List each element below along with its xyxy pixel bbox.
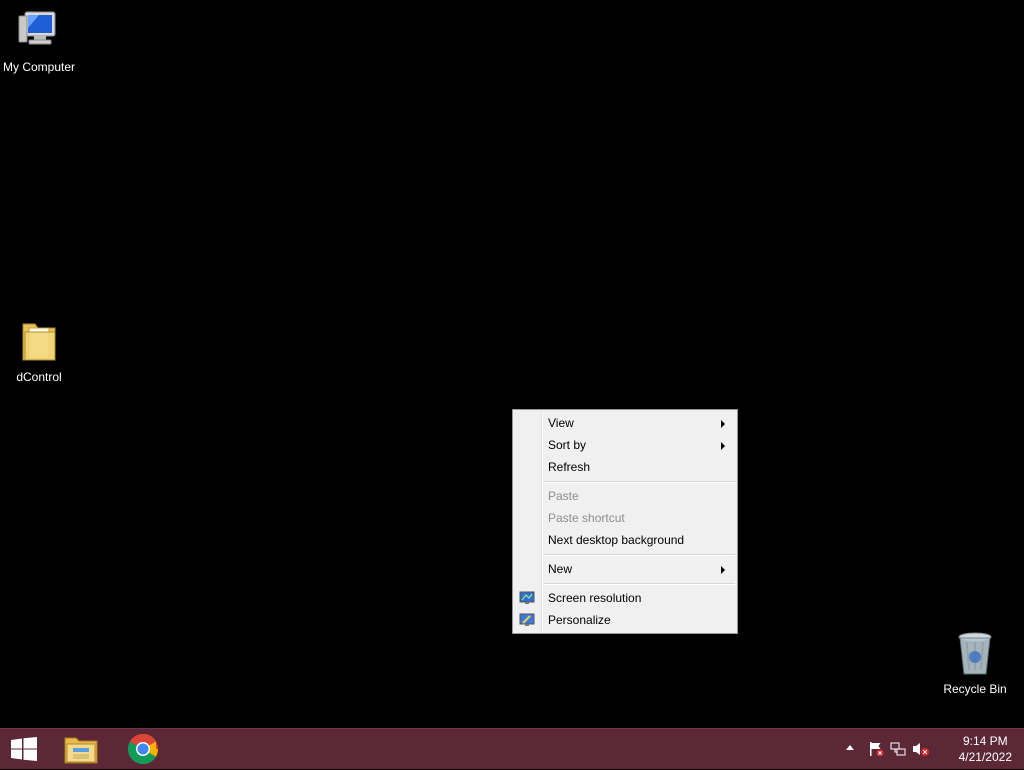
file-explorer-icon [64, 734, 98, 769]
menu-item-label: New [548, 562, 573, 576]
menu-item-refresh[interactable]: Refresh [515, 456, 735, 478]
personalize-icon [519, 612, 535, 628]
menu-item-label: Refresh [548, 460, 591, 474]
clock-time: 9:14 PM [962, 734, 1008, 748]
desktop-icon-label: dControl [16, 370, 62, 384]
submenu-arrow-icon [721, 566, 725, 574]
menu-item-label: View [548, 416, 574, 430]
desktop-icon-label: My Computer [2, 60, 76, 74]
desktop-context-menu: View Sort by Refresh Paste Paste shortcu… [512, 409, 738, 634]
desktop-icon-recycle-bin[interactable]: Recycle Bin [935, 630, 1015, 696]
menu-item-sort-by[interactable]: Sort by [515, 434, 735, 456]
network-icon[interactable] [890, 741, 906, 762]
windows-start-icon [11, 737, 37, 766]
taskbar-file-explorer-button[interactable] [52, 729, 110, 769]
action-center-flag-icon[interactable] [868, 741, 884, 762]
submenu-arrow-icon [721, 420, 725, 428]
submenu-arrow-icon [721, 442, 725, 450]
menu-item-label: Paste shortcut [548, 511, 625, 525]
menu-item-label: Next desktop background [548, 533, 685, 547]
menu-item-personalize[interactable]: Personalize [515, 609, 735, 631]
display-icon [519, 590, 535, 606]
taskbar-chrome-button[interactable] [114, 729, 172, 769]
menu-item-paste: Paste [515, 485, 735, 507]
menu-item-screen-resolution[interactable]: Screen resolution [515, 587, 735, 609]
start-button[interactable] [0, 729, 48, 769]
chrome-icon [127, 733, 159, 770]
menu-separator [544, 583, 735, 585]
menu-separator [544, 554, 735, 556]
menu-item-label: Paste [548, 489, 579, 503]
computer-icon [15, 8, 63, 56]
menu-item-view[interactable]: View [515, 412, 735, 434]
menu-item-paste-shortcut: Paste shortcut [515, 507, 735, 529]
taskbar-clock[interactable]: 9:14 PM 4/21/2022 [959, 733, 1012, 765]
taskbar: 9:14 PM 4/21/2022 [0, 728, 1024, 769]
menu-item-new[interactable]: New [515, 558, 735, 580]
menu-item-next-desktop-background[interactable]: Next desktop background [515, 529, 735, 551]
desktop-icon-label: Recycle Bin [943, 682, 1007, 696]
system-tray [842, 729, 934, 769]
menu-item-label: Personalize [548, 613, 611, 627]
volume-muted-icon[interactable] [912, 741, 930, 762]
show-hidden-icons-arrow[interactable] [846, 745, 854, 750]
folder-icon [15, 318, 63, 366]
desktop-icon-dcontrol[interactable]: dControl [0, 318, 79, 384]
menu-item-label: Sort by [548, 438, 587, 452]
desktop-icon-my-computer[interactable]: My Computer [0, 8, 79, 74]
menu-separator [544, 481, 735, 483]
menu-item-label: Screen resolution [548, 591, 642, 605]
recycle-bin-icon [951, 630, 999, 678]
clock-date: 4/21/2022 [958, 750, 1012, 764]
